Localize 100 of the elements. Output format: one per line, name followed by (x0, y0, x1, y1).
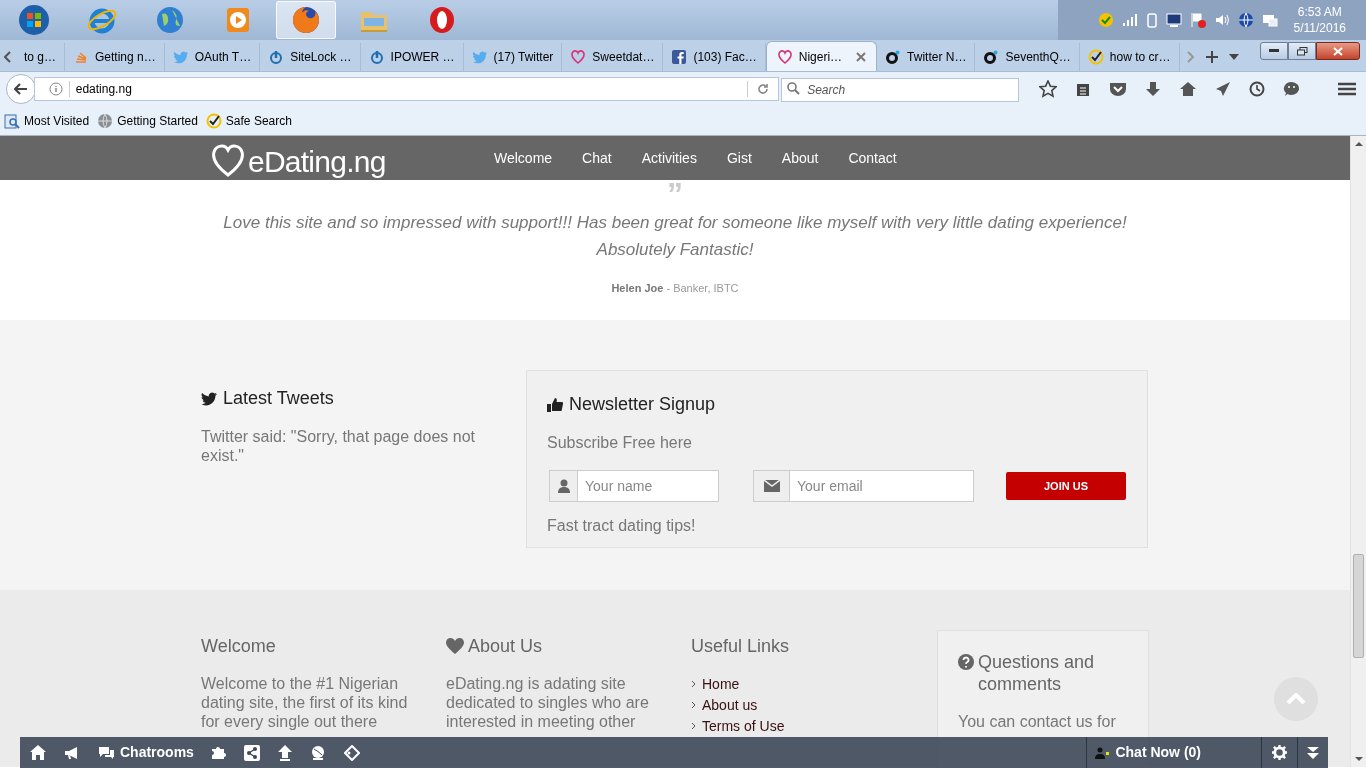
newsletter-subtitle: Subscribe Free here (547, 433, 693, 453)
nav-link[interactable]: Contact (838, 147, 907, 169)
browser-tab[interactable]: SiteLock … (260, 43, 361, 71)
upload-icon[interactable] (277, 744, 292, 761)
home-icon[interactable] (30, 745, 46, 760)
globe-icon (97, 112, 114, 129)
shield-check-icon[interactable] (1097, 12, 1114, 28)
search-icon (787, 82, 801, 95)
check-icon (1087, 49, 1104, 65)
envelope-icon (763, 480, 780, 492)
browser-tab[interactable]: how to cr… (1079, 43, 1180, 71)
star-icon[interactable] (1039, 80, 1057, 98)
footer-heading: Useful Links (691, 635, 791, 657)
share-icon[interactable] (243, 744, 260, 761)
puzzle-icon[interactable] (209, 744, 226, 761)
bookmark-link[interactable]: Getting Started (97, 111, 198, 130)
power-icon (368, 49, 385, 65)
nav-link[interactable]: Chat (572, 147, 622, 169)
browser-tab[interactable]: Twitter N… (877, 43, 976, 71)
minimize-button[interactable] (1260, 42, 1288, 60)
scroll-down-icon[interactable] (1354, 756, 1363, 762)
browser-tab[interactable]: SeventhQ… (975, 43, 1080, 71)
download-icon[interactable] (1145, 81, 1161, 97)
firefox-taskbar-button[interactable] (276, 1, 336, 39)
scrollbar[interactable] (1350, 136, 1366, 767)
collapse-icon[interactable] (1306, 745, 1320, 760)
browser-tab[interactable]: to g… (16, 43, 65, 71)
heart-icon (446, 638, 464, 654)
firefox-icon (290, 4, 322, 36)
clock-icon[interactable] (1249, 81, 1265, 97)
flag-icon[interactable] (1189, 12, 1206, 28)
nav-link[interactable]: Activities (631, 147, 707, 169)
url-field[interactable]: edating.ng (75, 80, 716, 98)
clipboard-icon[interactable] (1075, 81, 1091, 97)
footer-link[interactable]: About us (702, 696, 758, 714)
search-field[interactable]: Search (781, 78, 1019, 102)
footer-link[interactable]: Home (702, 675, 740, 693)
site-logo[interactable]: eDating.ng (210, 142, 386, 178)
chevron-left-icon (4, 51, 12, 63)
megaphone-icon[interactable] (64, 745, 80, 760)
chevron-icon (691, 722, 696, 730)
monitor-icon[interactable] (1165, 12, 1182, 28)
chevron-right-icon (1185, 51, 1194, 63)
browser-tab[interactable]: Sweetdat… (562, 43, 664, 71)
browser-tab[interactable]: (17) Twitter (463, 43, 563, 71)
chatrooms-button[interactable]: Chatrooms (98, 742, 194, 763)
browser-tab[interactable]: IPOWER … (360, 43, 464, 71)
newsletter-note: Fast tract dating tips! (547, 516, 697, 536)
minimize-icon (1269, 49, 1279, 53)
testimonial-quote: Love this site and so impressed with support!!! Has been great for someone like myself with very little dating experience! Absolutely Fantastic! (222, 212, 1128, 261)
globe-icon (154, 4, 186, 36)
reload-icon[interactable] (757, 83, 770, 95)
info-icon[interactable] (48, 82, 63, 96)
address-bar[interactable]: edating.ng (33, 77, 780, 101)
footer-heading: Welcome (201, 635, 277, 657)
menu-icon[interactable] (1338, 82, 1356, 96)
browser-tab[interactable]: OAuth T… (164, 43, 261, 71)
footer-text: You can contact us for (958, 712, 1117, 731)
maximize-button[interactable] (1288, 42, 1316, 60)
restore-icon (1296, 46, 1308, 56)
paper-plane-icon[interactable] (1215, 81, 1231, 97)
join-button[interactable]: JOIN US (1006, 472, 1126, 500)
nav-link[interactable]: Welcome (484, 147, 563, 169)
browser-tab[interactable]: Getting n… (65, 43, 165, 71)
close-tab-icon[interactable] (856, 51, 867, 62)
signal-icon[interactable] (1121, 12, 1138, 28)
bookmark-link[interactable]: Safe Search (205, 111, 292, 130)
footer-link[interactable]: Terms of Use (702, 717, 785, 735)
scroll-up-icon[interactable] (1354, 141, 1363, 147)
close-icon (1333, 46, 1343, 56)
nav-link[interactable]: About (771, 147, 829, 169)
plus-icon (1205, 51, 1218, 63)
quote-mark: ” (667, 182, 683, 200)
section-heading: Latest Tweets (223, 387, 334, 410)
bookmark-link[interactable]: Most Visited (4, 111, 90, 130)
smiley-icon[interactable] (1283, 81, 1300, 97)
home-icon[interactable] (1179, 81, 1197, 97)
browser-tab[interactable]: (103) Fac… (663, 43, 766, 71)
pocket-icon[interactable] (1109, 81, 1127, 97)
globe-icon[interactable] (309, 744, 326, 761)
back-button[interactable] (6, 74, 36, 104)
tag-icon[interactable] (343, 744, 360, 761)
footer-heading: About Us (468, 635, 543, 657)
user-icon (557, 479, 570, 493)
chat-now-button[interactable]: Chat Now (0) (1115, 742, 1261, 763)
close-button[interactable] (1316, 42, 1360, 60)
globe-icon[interactable] (1237, 12, 1254, 28)
speaker-icon[interactable] (1213, 12, 1230, 28)
browser-tab[interactable]: Nigeri… (765, 41, 878, 71)
caret-icon (1228, 54, 1239, 60)
tweet-text: Twitter said: "Sorry, that page does not exist." (201, 427, 476, 465)
user-icon[interactable] (1095, 746, 1110, 759)
back-arrow-icon (13, 83, 28, 95)
bird-icon (471, 49, 488, 65)
network-icon[interactable] (1261, 12, 1278, 28)
check-icon (205, 112, 222, 129)
testimonial-author: Helen Joe - Banker, IBTC (611, 281, 739, 296)
nav-link[interactable]: Gist (716, 147, 762, 169)
settings-icon[interactable] (1272, 745, 1287, 760)
scrollbar-thumb[interactable] (1353, 554, 1364, 658)
